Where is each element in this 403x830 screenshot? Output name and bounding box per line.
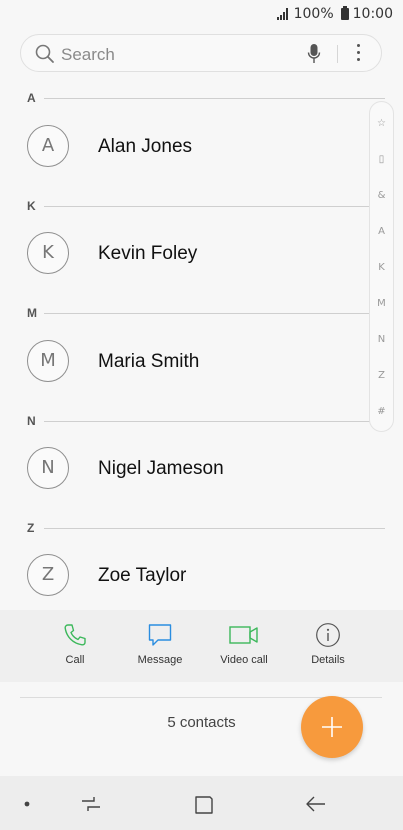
contact-item[interactable]: Z Zoe Taylor	[0, 537, 403, 610]
microphone-icon[interactable]	[307, 43, 321, 65]
avatar: M	[27, 340, 69, 382]
index-item[interactable]: #	[370, 406, 393, 417]
call-label: Call	[65, 654, 85, 666]
video-call-label: Video call	[220, 654, 268, 666]
avatar: Z	[27, 554, 69, 596]
avatar: K	[27, 232, 69, 274]
avatar: A	[27, 125, 69, 167]
clock: 10:00	[352, 6, 393, 22]
signal-icon	[276, 8, 288, 20]
search-separator	[337, 45, 338, 63]
battery-icon	[340, 6, 349, 20]
index-item[interactable]: &	[370, 190, 393, 201]
message-label: Message	[137, 654, 183, 666]
contact-name: Zoe Taylor	[98, 565, 187, 586]
contact-item[interactable]: A Alan Jones	[0, 108, 403, 198]
section-letter: N	[27, 414, 36, 428]
section-letter: M	[27, 306, 37, 320]
section-letter: K	[27, 199, 36, 213]
section-letter: Z	[27, 521, 35, 535]
alphabet-index[interactable]: ☆ ▯ & A K M N Z #	[369, 101, 394, 432]
search-bar[interactable]	[20, 34, 382, 72]
status-bar: 100% 10:00	[0, 0, 403, 30]
message-icon	[148, 624, 172, 646]
section-header-z: Z	[0, 518, 403, 538]
index-item[interactable]: Z	[370, 370, 393, 381]
index-item[interactable]: N	[370, 334, 393, 345]
contact-name: Alan Jones	[98, 136, 193, 157]
details-button[interactable]: Details	[288, 622, 368, 666]
details-label: Details	[311, 654, 345, 666]
add-contact-button[interactable]	[301, 696, 363, 758]
section-header-a: A	[0, 88, 403, 108]
index-item[interactable]: M	[370, 298, 393, 309]
section-header-m: M	[0, 303, 403, 323]
contact-item[interactable]: M Maria Smith	[0, 323, 403, 413]
section-header-n: N	[0, 411, 403, 431]
index-item[interactable]: K	[370, 262, 393, 273]
video-call-button[interactable]: Video call	[204, 622, 284, 666]
message-button[interactable]: Message	[120, 622, 200, 666]
index-favorites-icon[interactable]: ☆	[370, 118, 393, 129]
search-icon	[35, 44, 54, 63]
navigation-bar	[0, 776, 403, 830]
search-input[interactable]	[59, 43, 313, 67]
plus-icon	[322, 717, 342, 737]
call-button[interactable]: Call	[35, 622, 115, 666]
recents-icon[interactable]	[80, 794, 102, 814]
avatar: N	[27, 447, 69, 489]
section-header-k: K	[0, 196, 403, 216]
contact-name: Kevin Foley	[98, 243, 198, 264]
info-icon	[316, 623, 340, 647]
back-icon[interactable]	[305, 794, 327, 814]
contact-action-bar: Call Message Video call Details	[0, 610, 403, 682]
home-icon[interactable]	[193, 794, 215, 816]
more-options-icon[interactable]	[357, 44, 361, 65]
contact-name: Nigel Jameson	[98, 458, 224, 479]
contact-name: Maria Smith	[98, 351, 200, 372]
contact-item[interactable]: K Kevin Foley	[0, 215, 403, 305]
contact-list[interactable]: A A Alan Jones K K Kevin Foley M M Maria…	[0, 88, 403, 610]
index-item[interactable]: A	[370, 226, 393, 237]
section-letter: A	[27, 91, 36, 105]
index-groups-icon[interactable]: ▯	[370, 154, 393, 165]
dot-icon[interactable]	[22, 794, 32, 814]
video-call-icon	[229, 626, 258, 644]
phone-icon	[64, 624, 86, 646]
contact-item[interactable]: N Nigel Jameson	[0, 430, 403, 520]
battery-level: 100%	[293, 6, 334, 22]
